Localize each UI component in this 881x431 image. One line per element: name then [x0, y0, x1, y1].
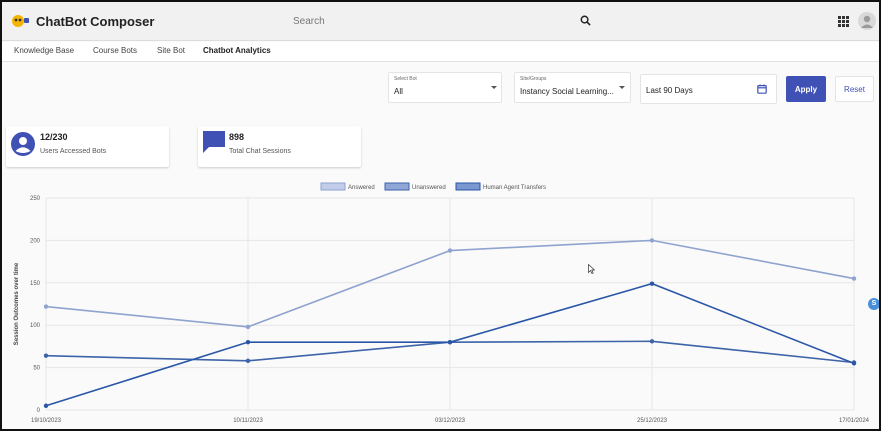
tab-knowledge-base[interactable]: Knowledge Base	[14, 46, 74, 55]
y-tick-label: 0	[37, 408, 41, 414]
date-range-picker[interactable]: Last 90 Days	[640, 74, 777, 104]
legend-swatch	[455, 182, 481, 191]
chevron-down-icon	[619, 86, 625, 89]
chat-bubble-icon	[203, 131, 225, 153]
data-point	[245, 339, 251, 345]
apps-grid-icon[interactable]	[838, 16, 849, 27]
tab-course-bots[interactable]: Course Bots	[93, 46, 137, 55]
apply-button[interactable]: Apply	[786, 76, 826, 102]
data-point	[447, 248, 453, 253]
site-groups-value: Instancy Social Learning...	[520, 87, 614, 96]
site-groups-label: Site/Groups	[520, 76, 547, 82]
nav-tabs: Knowledge Base Course Bots Site Bot Chat…	[2, 42, 879, 62]
search-icon[interactable]	[580, 15, 591, 26]
data-point	[43, 304, 49, 309]
x-tick-label: 17/01/2024	[839, 418, 870, 424]
app-title: ChatBot Composer	[36, 14, 155, 29]
y-tick-label: 200	[30, 238, 41, 244]
x-tick-label: 10/11/2023	[233, 418, 263, 424]
stat-card-sessions: 898 Total Chat Sessions	[198, 126, 361, 167]
legend-label: Unanswered	[412, 185, 446, 191]
search-box	[285, 9, 599, 33]
data-point	[851, 361, 857, 366]
data-point	[43, 353, 49, 358]
session-outcomes-chart: 0 50 100 150 200 250 19/10/2023 10/11/2023 03/12…	[14, 182, 870, 424]
data-point	[245, 358, 251, 364]
data-point	[649, 238, 655, 243]
chat-sessions-value: 898	[229, 132, 245, 142]
search-input[interactable]	[285, 9, 599, 33]
stat-card-users: 12/230 Users Accessed Bots	[6, 126, 169, 167]
data-point	[649, 281, 655, 286]
users-accessed-value: 12/230	[40, 132, 68, 142]
y-tick-label: 50	[33, 366, 40, 372]
y-tick-label: 250	[30, 196, 41, 202]
x-tick-label: 25/12/2023	[637, 418, 668, 424]
legend-label: Answered	[348, 185, 375, 191]
chevron-down-icon	[491, 86, 497, 89]
mouse-cursor-icon	[588, 264, 595, 274]
chat-sessions-label: Total Chat Sessions	[229, 148, 291, 155]
data-point	[851, 276, 857, 281]
data-point	[447, 339, 453, 345]
calendar-icon[interactable]	[757, 84, 767, 94]
data-point	[245, 324, 251, 330]
floating-help-icon[interactable]: S	[868, 298, 879, 310]
site-groups-dropdown[interactable]: Site/Groups Instancy Social Learning...	[514, 72, 631, 103]
select-bot-value: All	[394, 87, 403, 96]
y-axis-label: Session Outcomes over time	[14, 262, 20, 345]
x-tick-label: 19/10/2023	[31, 418, 62, 424]
tab-chatbot-analytics[interactable]: Chatbot Analytics	[203, 46, 271, 55]
legend-label: Human Agent Transfers	[483, 185, 546, 191]
users-accessed-label: Users Accessed Bots	[40, 148, 107, 155]
legend-swatch	[384, 182, 410, 191]
chatbot-logo-icon	[12, 15, 29, 27]
data-point	[649, 339, 655, 344]
legend-swatch	[320, 182, 346, 191]
reset-button[interactable]: Reset	[835, 76, 874, 102]
user-avatar-icon[interactable]	[858, 12, 876, 30]
select-bot-label: Select Bot	[394, 76, 417, 82]
app-window: ChatBot Composer Knowledge Base Course B…	[0, 0, 881, 431]
x-tick-label: 03/12/2023	[435, 418, 466, 424]
top-header: ChatBot Composer	[2, 2, 879, 41]
select-bot-dropdown[interactable]: Select Bot All	[388, 72, 502, 103]
data-point	[43, 403, 49, 408]
y-tick-label: 100	[30, 323, 41, 329]
tab-site-bot[interactable]: Site Bot	[157, 46, 185, 55]
user-circle-icon	[11, 132, 35, 156]
date-range-value: Last 90 Days	[646, 86, 693, 95]
y-tick-label: 150	[30, 281, 41, 287]
